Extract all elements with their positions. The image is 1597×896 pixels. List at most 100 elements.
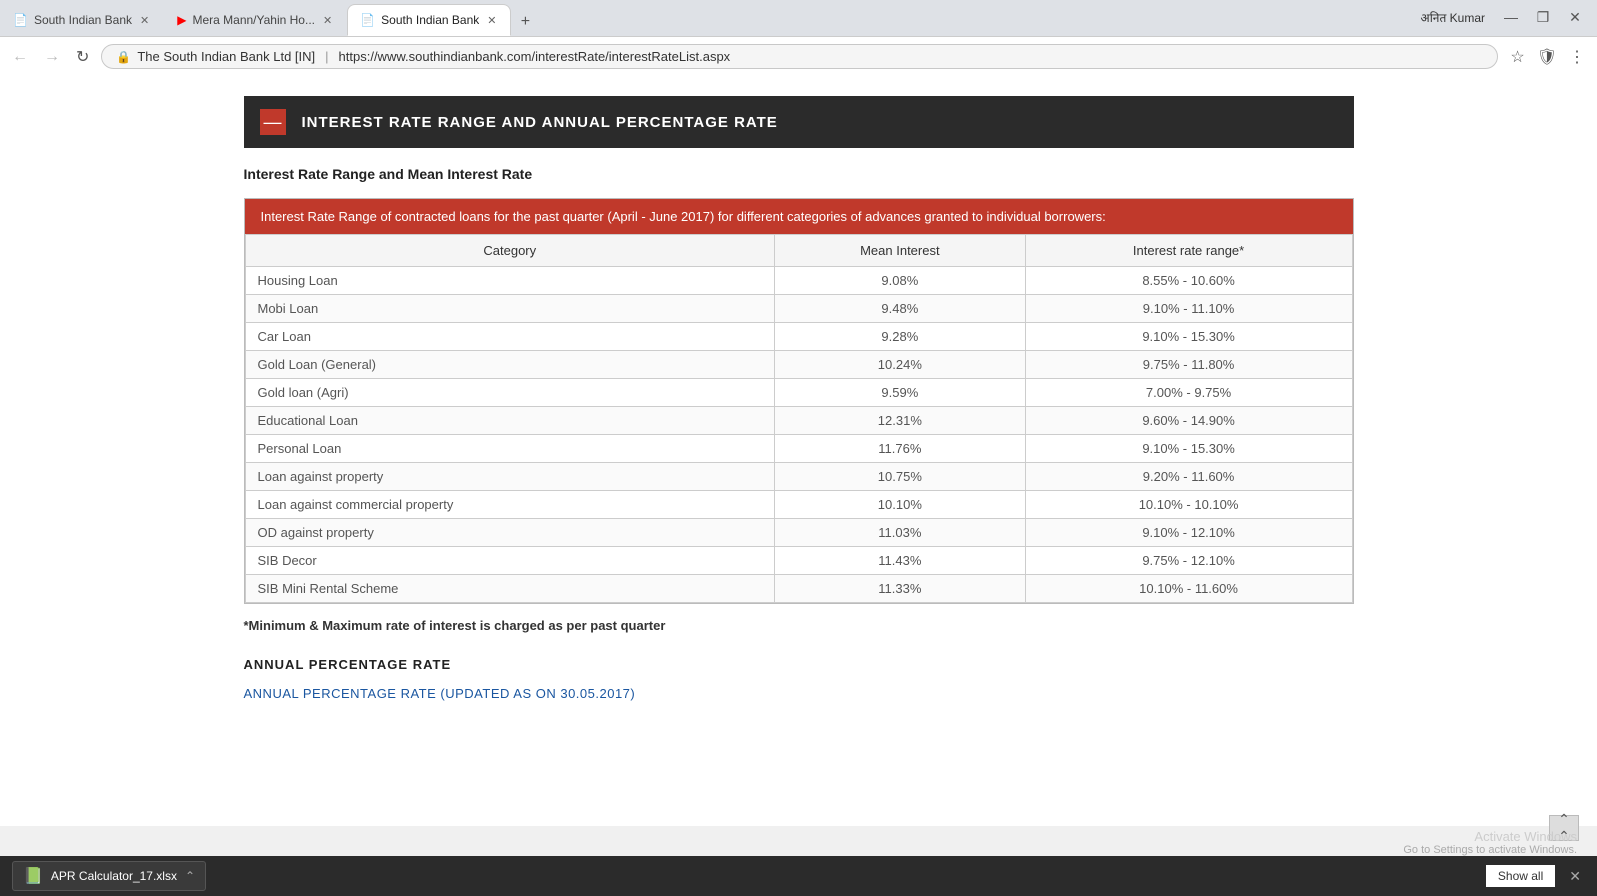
col-header-mean-interest: Mean Interest	[775, 235, 1026, 267]
cell-category: Loan against commercial property	[245, 491, 775, 519]
table-row: Loan against property10.75%9.20% - 11.60…	[245, 463, 1352, 491]
cell-mean-interest: 12.31%	[775, 407, 1026, 435]
table-row: Gold Loan (General)10.24%9.75% - 11.80%	[245, 351, 1352, 379]
col-header-category: Category	[245, 235, 775, 267]
cell-category: Gold Loan (General)	[245, 351, 775, 379]
window-user: अनित Kumar	[1421, 9, 1485, 26]
address-separator: |	[325, 49, 328, 64]
cell-rate-range: 9.20% - 11.60%	[1025, 463, 1352, 491]
table-row: Personal Loan11.76%9.10% - 15.30%	[245, 435, 1352, 463]
cell-mean-interest: 9.28%	[775, 323, 1026, 351]
show-all-button[interactable]: Show all	[1486, 865, 1555, 887]
tab-close-2[interactable]: ✕	[321, 13, 334, 28]
cell-rate-range: 8.55% - 10.60%	[1025, 267, 1352, 295]
download-chevron-icon[interactable]: ⌃	[185, 869, 195, 883]
address-bar: ← → ↻ 🔒 The South Indian Bank Ltd [IN] |…	[0, 36, 1597, 76]
cell-category: SIB Decor	[245, 547, 775, 575]
cell-mean-interest: 11.43%	[775, 547, 1026, 575]
cell-rate-range: 9.10% - 11.10%	[1025, 295, 1352, 323]
table-row: Gold loan (Agri)9.59%7.00% - 9.75%	[245, 379, 1352, 407]
cell-category: Educational Loan	[245, 407, 775, 435]
tab-south-indian-bank-1[interactable]: 📄 South Indian Bank ✕	[0, 4, 164, 36]
close-button[interactable]: ✕	[1561, 6, 1589, 28]
back-button[interactable]: ←	[8, 46, 32, 68]
cell-mean-interest: 11.33%	[775, 575, 1026, 603]
tab-label-3: South Indian Bank	[381, 13, 479, 27]
cell-rate-range: 9.10% - 12.10%	[1025, 519, 1352, 547]
table-row: SIB Mini Rental Scheme11.33%10.10% - 11.…	[245, 575, 1352, 603]
cell-mean-interest: 9.59%	[775, 379, 1026, 407]
cell-category: Housing Loan	[245, 267, 775, 295]
new-tab-button[interactable]: +	[511, 8, 539, 36]
table-header-row: Category Mean Interest Interest rate ran…	[245, 235, 1352, 267]
cell-category: Personal Loan	[245, 435, 775, 463]
close-download-button[interactable]: ✕	[1565, 868, 1585, 885]
address-input[interactable]: 🔒 The South Indian Bank Ltd [IN] | https…	[101, 44, 1498, 69]
page-icon: 📄	[13, 13, 28, 27]
cell-category: OD against property	[245, 519, 775, 547]
tab-close-1[interactable]: ✕	[138, 13, 151, 28]
tab-label-2: Mera Mann/Yahin Ho...	[192, 13, 315, 27]
cell-rate-range: 9.10% - 15.30%	[1025, 323, 1352, 351]
download-item: 📗 APR Calculator_17.xlsx ⌃	[12, 861, 206, 891]
annual-percentage-rate-heading: ANNUAL PERCENTAGE RATE	[244, 657, 1354, 672]
url-text: https://www.southindianbank.com/interest…	[339, 49, 731, 64]
content-wrapper: — INTEREST RATE RANGE AND ANNUAL PERCENT…	[224, 96, 1374, 701]
activate-windows-subtitle: Go to Settings to activate Windows.	[1403, 844, 1577, 856]
excel-icon: 📗	[23, 866, 43, 886]
cell-category: Car Loan	[245, 323, 775, 351]
cell-mean-interest: 9.48%	[775, 295, 1026, 323]
tab-label-1: South Indian Bank	[34, 13, 132, 27]
subsection-title: Interest Rate Range and Mean Interest Ra…	[244, 166, 1354, 182]
secure-icon: 🔒	[116, 50, 131, 64]
tab-bar: 📄 South Indian Bank ✕ ▶ Mera Mann/Yahin …	[0, 0, 1597, 36]
download-filename: APR Calculator_17.xlsx	[51, 869, 177, 883]
cell-rate-range: 7.00% - 9.75%	[1025, 379, 1352, 407]
table-wrapper: Interest Rate Range of contracted loans …	[244, 198, 1354, 604]
page-icon-3: 📄	[360, 13, 375, 27]
scroll-up-arrows: ⌃⌃	[1549, 815, 1579, 841]
collapse-button[interactable]: —	[260, 109, 286, 135]
shield-icon-button[interactable]: 🛡	[1533, 45, 1561, 69]
tab-close-3[interactable]: ✕	[485, 13, 498, 28]
window-controls: अनित Kumar — ❐ ✕	[1421, 6, 1589, 28]
cell-category: Mobi Loan	[245, 295, 775, 323]
table-row: Loan against commercial property10.10%10…	[245, 491, 1352, 519]
info-banner: Interest Rate Range of contracted loans …	[245, 199, 1353, 234]
cell-rate-range: 10.10% - 11.60%	[1025, 575, 1352, 603]
table-row: Housing Loan9.08%8.55% - 10.60%	[245, 267, 1352, 295]
cell-mean-interest: 10.24%	[775, 351, 1026, 379]
cell-mean-interest: 10.10%	[775, 491, 1026, 519]
forward-button[interactable]: →	[40, 46, 64, 68]
table-row: Mobi Loan9.48%9.10% - 11.10%	[245, 295, 1352, 323]
maximize-button[interactable]: ❐	[1529, 6, 1557, 28]
page-content: — INTEREST RATE RANGE AND ANNUAL PERCENT…	[0, 76, 1597, 826]
youtube-icon: ▶	[177, 13, 186, 27]
table-body: Housing Loan9.08%8.55% - 10.60%Mobi Loan…	[245, 267, 1352, 603]
tab-south-indian-bank-3[interactable]: 📄 South Indian Bank ✕	[347, 4, 511, 36]
cell-mean-interest: 11.76%	[775, 435, 1026, 463]
table-row: Car Loan9.28%9.10% - 15.30%	[245, 323, 1352, 351]
cell-category: Gold loan (Agri)	[245, 379, 775, 407]
cell-rate-range: 9.60% - 14.90%	[1025, 407, 1352, 435]
minimize-button[interactable]: —	[1497, 6, 1525, 28]
cell-category: SIB Mini Rental Scheme	[245, 575, 775, 603]
cell-category: Loan against property	[245, 463, 775, 491]
table-row: OD against property11.03%9.10% - 12.10%	[245, 519, 1352, 547]
apr-link[interactable]: ANNUAL PERCENTAGE RATE (UPDATED AS ON 30…	[244, 686, 636, 701]
section-header: — INTEREST RATE RANGE AND ANNUAL PERCENT…	[244, 96, 1354, 148]
cell-rate-range: 10.10% - 10.10%	[1025, 491, 1352, 519]
refresh-button[interactable]: ↻	[72, 45, 93, 69]
scroll-up-top-button[interactable]: ⌃⌃	[1549, 815, 1579, 841]
bookmark-button[interactable]: ☆	[1506, 45, 1528, 69]
site-name: The South Indian Bank Ltd [IN]	[137, 49, 315, 64]
cell-rate-range: 9.75% - 11.80%	[1025, 351, 1352, 379]
section-title: INTEREST RATE RANGE AND ANNUAL PERCENTAG…	[302, 114, 778, 131]
col-header-interest-range: Interest rate range*	[1025, 235, 1352, 267]
address-actions: ☆ 🛡 ⋮	[1506, 45, 1589, 69]
bottom-bar: 📗 APR Calculator_17.xlsx ⌃ Show all ✕	[0, 856, 1597, 896]
cell-rate-range: 9.10% - 15.30%	[1025, 435, 1352, 463]
footnote: *Minimum & Maximum rate of interest is c…	[244, 618, 1354, 633]
tab-mera-mann[interactable]: ▶ Mera Mann/Yahin Ho... ✕	[164, 4, 347, 36]
menu-button[interactable]: ⋮	[1565, 45, 1589, 69]
